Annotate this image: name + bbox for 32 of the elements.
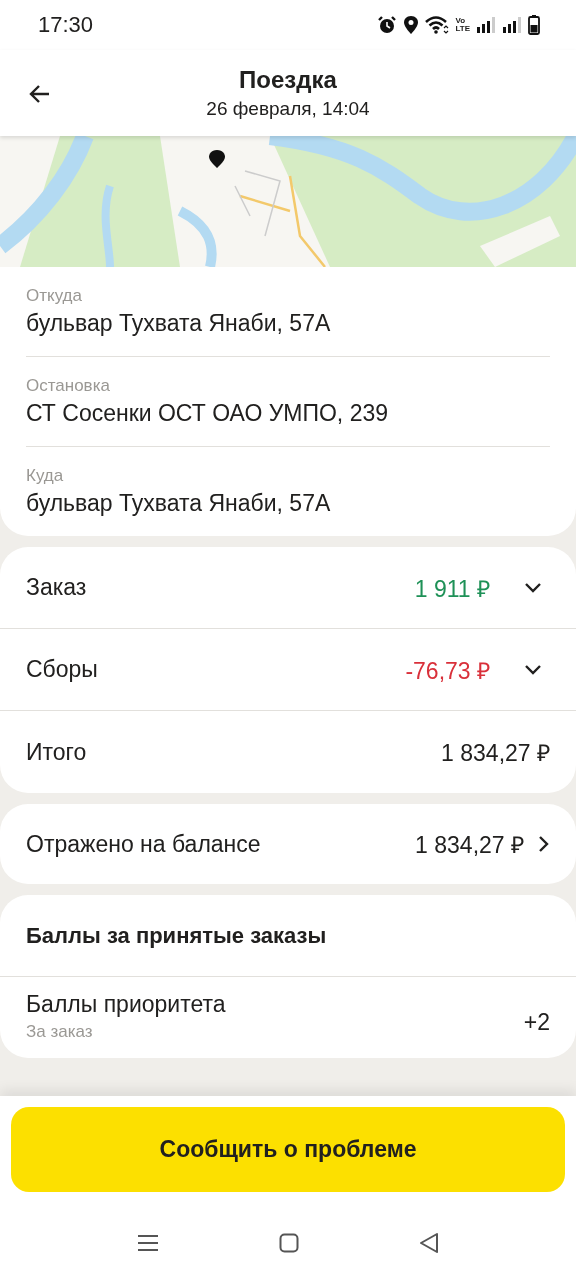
balance-row[interactable]: Отражено на балансе 1 834,27 ₽: [0, 804, 576, 884]
signal-icon: [476, 16, 496, 34]
charge-amount: -76,73 ₽: [405, 656, 490, 686]
signal-icon: [502, 16, 522, 34]
report-problem-button[interactable]: Сообщить о проблеме: [11, 1107, 565, 1192]
points-value: +2: [523, 1008, 550, 1036]
wifi-icon: [425, 15, 450, 35]
charge-label: Заказ: [26, 574, 87, 601]
address-label: Откуда: [26, 286, 83, 306]
address-value: СТ Сосенки ОСТ ОАО УМПО, 239: [26, 400, 389, 427]
home-icon[interactable]: [279, 1233, 299, 1253]
back-icon[interactable]: [419, 1232, 439, 1254]
location-icon: [403, 15, 420, 35]
address-label: Куда: [26, 466, 65, 486]
chevron-icon: [538, 835, 550, 853]
charge-label: Итого: [26, 738, 87, 766]
points-label: Баллы приоритета: [26, 991, 226, 1018]
charge-label: Сборы: [26, 656, 98, 683]
trip-date: 26 февраля, 14:04: [206, 98, 370, 120]
charge-amount: 1 834,27 ₽: [441, 739, 550, 768]
battery-icon: [528, 15, 540, 35]
volte-indicator: Vo LTE: [455, 17, 470, 33]
charge-amount: 1 911 ₽: [414, 574, 490, 604]
menu-icon[interactable]: [137, 1234, 159, 1252]
address-value: бульвар Тухвата Янаби, 57А: [26, 490, 332, 517]
screen-title: Поездка: [239, 66, 337, 94]
address-value: бульвар Тухвата Янаби, 57А: [26, 310, 332, 337]
address-label: Остановка: [26, 376, 111, 396]
section-title: Баллы за принятые заказы: [26, 922, 327, 949]
points-sublabel: За заказ: [26, 1022, 94, 1042]
alarm-icon: [377, 15, 398, 35]
status-time: 17:30: [38, 12, 94, 38]
